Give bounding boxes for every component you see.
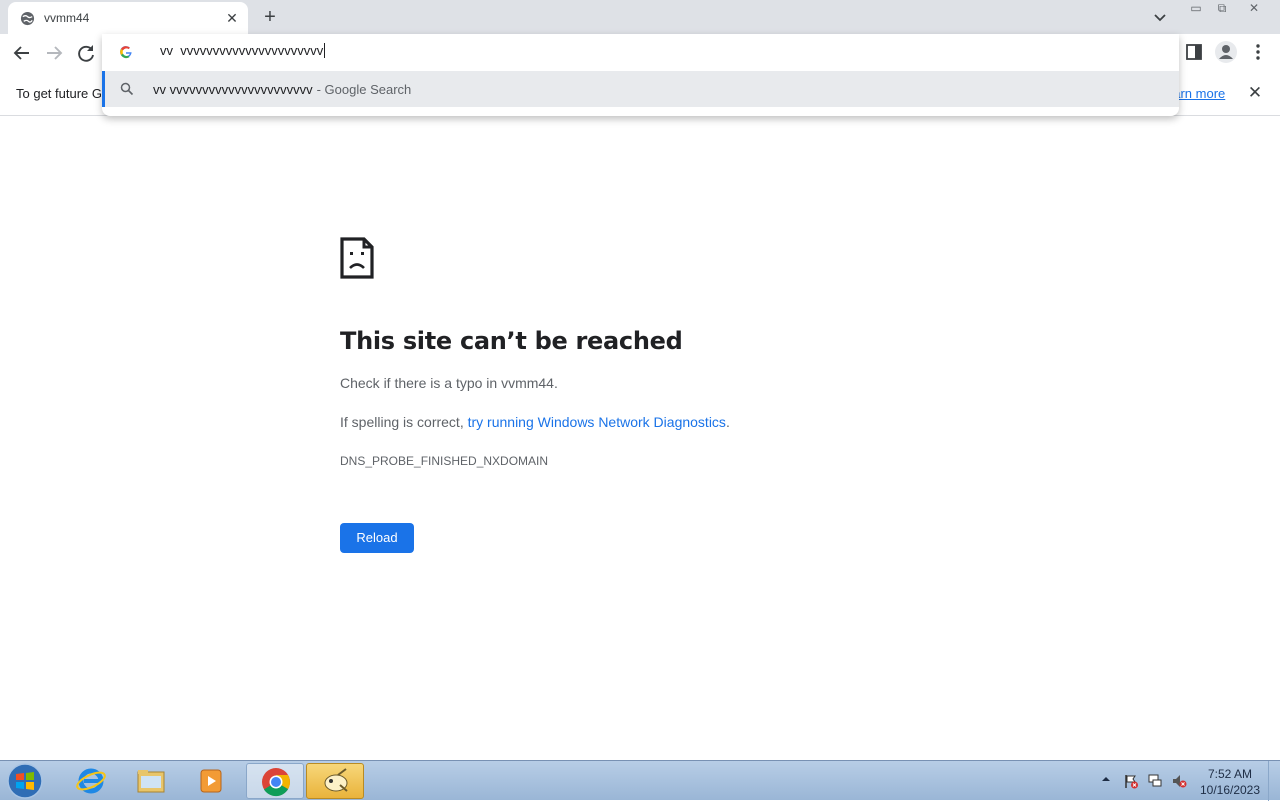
- reload-icon[interactable]: [72, 39, 100, 67]
- taskbar-internet-explorer[interactable]: [62, 763, 120, 799]
- globe-icon: [20, 11, 35, 26]
- taskbar-chrome[interactable]: [246, 763, 304, 799]
- windows-start-icon[interactable]: [4, 762, 46, 800]
- minimize-button[interactable]: ▭: [1182, 1, 1210, 18]
- browser-tab[interactable]: vvmm44 ✕: [8, 2, 248, 34]
- search-icon: [120, 82, 134, 96]
- profile-avatar-icon[interactable]: [1215, 41, 1237, 63]
- forward-arrow-icon[interactable]: [40, 39, 68, 67]
- spelling-suffix: .: [725, 414, 730, 430]
- chrome-icon: [262, 768, 290, 797]
- internet-explorer-icon: [76, 768, 106, 794]
- sad-page-icon: [340, 237, 374, 279]
- reload-button[interactable]: Reload: [340, 523, 414, 553]
- tab-close-icon[interactable]: ✕: [224, 10, 240, 26]
- restore-button[interactable]: ⧉: [1208, 1, 1236, 18]
- side-panel-icon[interactable]: [1184, 42, 1204, 62]
- infobar-close-icon[interactable]: ✕: [1246, 84, 1264, 102]
- window-close-button[interactable]: ✕: [1240, 1, 1268, 18]
- network-diagnostics-link[interactable]: try running Windows Network Diagnostics: [468, 414, 726, 430]
- taskbar-file-explorer[interactable]: [122, 763, 180, 799]
- clock-date[interactable]: 10/16/2023: [1190, 783, 1270, 797]
- action-center-flag-icon[interactable]: [1123, 773, 1139, 789]
- volume-muted-icon[interactable]: [1171, 773, 1187, 789]
- tab-title: vvmm44: [44, 11, 90, 25]
- error-page: This site can’t be reached Check if ther…: [0, 117, 1280, 760]
- folder-icon: [137, 770, 165, 793]
- show-hidden-icons-icon[interactable]: [1101, 774, 1111, 784]
- error-code: DNS_PROBE_FINISHED_NXDOMAIN: [340, 454, 549, 468]
- omnibox[interactable]: vv vvvvvvvvvvvvvvvvvvvvvv vv vvvvvvvvvvv…: [102, 34, 1179, 116]
- error-typo-hint: Check if there is a typo in vvmm44.: [340, 375, 558, 391]
- paint-app-icon: [324, 768, 348, 792]
- omnibox-suggestion[interactable]: vv vvvvvvvvvvvvvvvvvvvvvv - Google Searc…: [102, 71, 1179, 107]
- taskbar-paint-app[interactable]: [306, 763, 364, 799]
- spelling-prefix: If spelling is correct,: [340, 414, 468, 430]
- clock-time[interactable]: 7:52 AM: [1190, 767, 1270, 781]
- suggestion-query: vv vvvvvvvvvvvvvvvvvvvvvv: [153, 82, 313, 97]
- network-icon[interactable]: [1147, 773, 1163, 789]
- windows-taskbar: 7:52 AM 10/16/2023: [0, 760, 1280, 801]
- new-tab-button[interactable]: +: [258, 6, 282, 30]
- error-diagnostics-hint: If spelling is correct, try running Wind…: [340, 414, 730, 430]
- taskbar-media-player[interactable]: [182, 763, 240, 799]
- google-g-icon: [120, 46, 132, 59]
- tab-search-chevron-icon[interactable]: [1150, 7, 1170, 27]
- show-desktop-button[interactable]: [1268, 761, 1280, 801]
- suggestion-suffix: - Google Search: [313, 82, 412, 97]
- infobar-text: To get future G: [16, 86, 102, 101]
- omnibox-input[interactable]: vv vvvvvvvvvvvvvvvvvvvvvv: [160, 43, 326, 58]
- media-player-icon: [200, 769, 222, 793]
- back-arrow-icon[interactable]: [8, 39, 36, 67]
- error-title: This site can’t be reached: [340, 327, 683, 355]
- tab-strip: vvmm44 ✕ + ▭ ⧉ ✕: [0, 0, 1280, 34]
- kebab-menu-icon[interactable]: [1250, 42, 1266, 62]
